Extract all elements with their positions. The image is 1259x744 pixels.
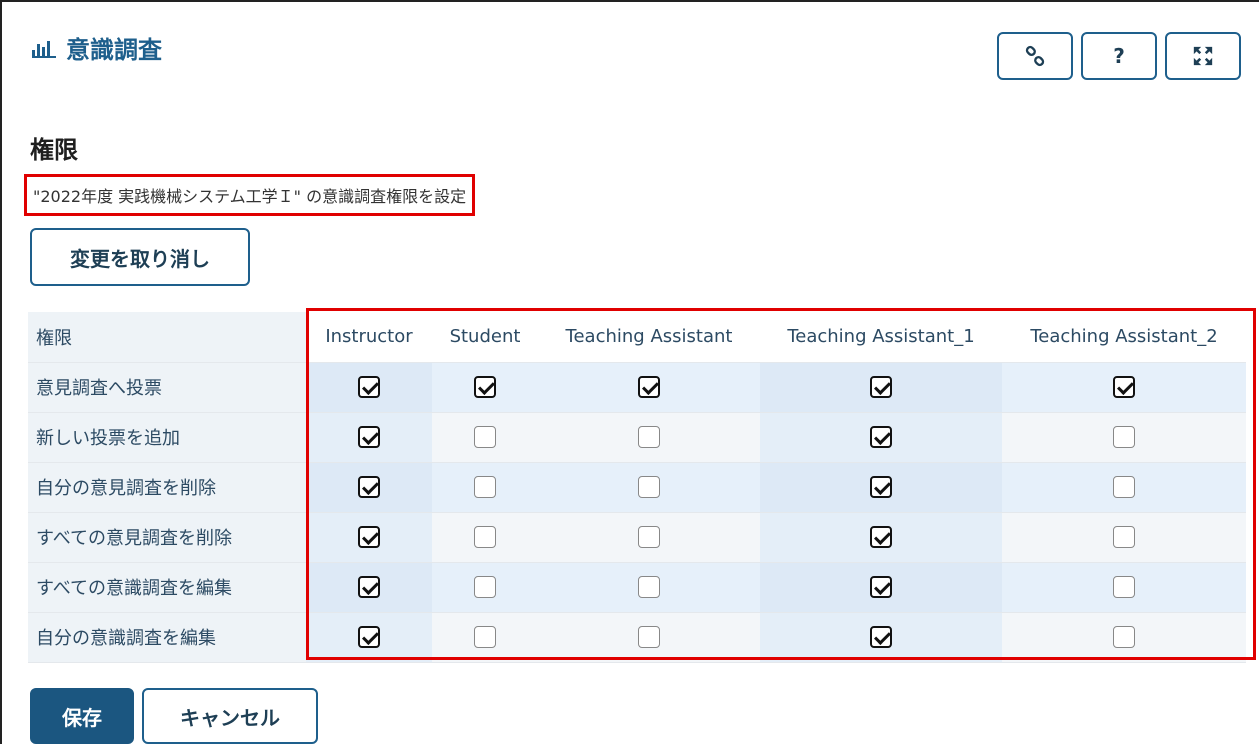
permission-checkbox[interactable] — [638, 376, 660, 398]
permission-cell — [432, 362, 538, 413]
permission-cell — [306, 612, 432, 663]
permission-checkbox[interactable] — [474, 426, 496, 448]
permission-cell — [306, 412, 432, 463]
permission-label: すべての意見調査を削除 — [28, 512, 306, 563]
link-button[interactable] — [997, 32, 1073, 80]
permission-checkbox[interactable] — [870, 376, 892, 398]
column-header-role: Teaching Assistant — [538, 312, 760, 363]
permission-checkbox[interactable] — [358, 376, 380, 398]
permission-checkbox[interactable] — [638, 626, 660, 648]
table-row: 意見調査へ投票 — [28, 362, 1246, 413]
page-title: 意識調査 — [66, 36, 162, 64]
table-row: すべての意見調査を削除 — [28, 512, 1246, 563]
permissions-table: 権限 Instructor Student Teaching Assistant… — [28, 312, 1246, 663]
link-icon — [1025, 45, 1045, 67]
permission-cell — [760, 412, 1002, 463]
permission-checkbox[interactable] — [358, 576, 380, 598]
column-header-permission: 権限 — [28, 312, 306, 363]
permission-checkbox[interactable] — [870, 576, 892, 598]
permission-cell — [760, 362, 1002, 413]
permission-checkbox[interactable] — [638, 426, 660, 448]
permission-checkbox[interactable] — [1113, 576, 1135, 598]
permission-checkbox[interactable] — [638, 576, 660, 598]
permission-cell — [538, 612, 760, 663]
permission-checkbox[interactable] — [358, 626, 380, 648]
cancel-button[interactable]: キャンセル — [142, 688, 318, 744]
table-row: すべての意識調査を編集 — [28, 562, 1246, 613]
revert-changes-button[interactable]: 変更を取り消し — [30, 228, 250, 286]
permission-cell — [760, 462, 1002, 513]
permission-checkbox[interactable] — [474, 576, 496, 598]
permission-checkbox[interactable] — [1113, 426, 1135, 448]
permission-checkbox[interactable] — [1113, 476, 1135, 498]
permission-cell — [538, 512, 760, 563]
permission-cell — [432, 412, 538, 463]
help-button[interactable]: ? — [1081, 32, 1157, 80]
permission-checkbox[interactable] — [870, 626, 892, 648]
help-icon: ? — [1113, 44, 1125, 68]
permission-cell — [432, 512, 538, 563]
permission-cell — [538, 562, 760, 613]
table-header-row: 権限 Instructor Student Teaching Assistant… — [28, 312, 1246, 363]
save-button[interactable]: 保存 — [30, 688, 134, 744]
column-header-role: Student — [432, 312, 538, 363]
permission-cell — [760, 562, 1002, 613]
permission-cell — [1002, 612, 1246, 663]
permission-cell — [432, 562, 538, 613]
permission-label: 自分の意識調査を編集 — [28, 612, 306, 663]
table-row: 自分の意識調査を編集 — [28, 612, 1246, 663]
section-title: 権限 — [30, 136, 78, 164]
permission-checkbox[interactable] — [1113, 626, 1135, 648]
permission-cell — [1002, 362, 1246, 413]
permission-subtitle: "2022年度 実践機械システム工学Ｉ" の意識調査権限を設定 — [24, 174, 476, 216]
table-row: 自分の意見調査を削除 — [28, 462, 1246, 513]
permission-checkbox[interactable] — [474, 526, 496, 548]
permission-cell — [306, 462, 432, 513]
column-header-role: Instructor — [306, 312, 432, 363]
permission-cell — [432, 462, 538, 513]
table-row: 新しい投票を追加 — [28, 412, 1246, 463]
fullscreen-button[interactable] — [1165, 32, 1241, 80]
permission-cell — [306, 362, 432, 413]
expand-icon — [1193, 46, 1213, 66]
permission-checkbox[interactable] — [638, 526, 660, 548]
permission-label: すべての意識調査を編集 — [28, 562, 306, 613]
permission-checkbox[interactable] — [1113, 376, 1135, 398]
permission-label: 意見調査へ投票 — [28, 362, 306, 413]
permission-checkbox[interactable] — [1113, 526, 1135, 548]
permission-cell — [760, 612, 1002, 663]
permission-cell — [432, 612, 538, 663]
permission-checkbox[interactable] — [474, 626, 496, 648]
permission-cell — [306, 562, 432, 613]
page-header: 意識調査 — [32, 30, 162, 65]
permission-checkbox[interactable] — [358, 526, 380, 548]
permission-checkbox[interactable] — [358, 476, 380, 498]
column-header-role: Teaching Assistant_2 — [1002, 312, 1246, 363]
permission-checkbox[interactable] — [474, 476, 496, 498]
permission-checkbox[interactable] — [870, 526, 892, 548]
permission-cell — [1002, 562, 1246, 613]
permission-cell — [1002, 512, 1246, 563]
permission-label: 自分の意見調査を削除 — [28, 462, 306, 513]
permission-cell — [1002, 462, 1246, 513]
permission-label: 新しい投票を追加 — [28, 412, 306, 463]
permission-checkbox[interactable] — [870, 426, 892, 448]
permission-cell — [306, 512, 432, 563]
toolbar: ? — [997, 32, 1241, 80]
permission-cell — [1002, 412, 1246, 463]
permission-cell — [538, 412, 760, 463]
column-header-role: Teaching Assistant_1 — [760, 312, 1002, 363]
permission-cell — [760, 512, 1002, 563]
permission-checkbox[interactable] — [870, 476, 892, 498]
permission-cell — [538, 462, 760, 513]
permission-checkbox[interactable] — [638, 476, 660, 498]
permission-cell — [538, 362, 760, 413]
permission-checkbox[interactable] — [358, 426, 380, 448]
permission-checkbox[interactable] — [474, 376, 496, 398]
bar-chart-icon — [32, 38, 56, 58]
